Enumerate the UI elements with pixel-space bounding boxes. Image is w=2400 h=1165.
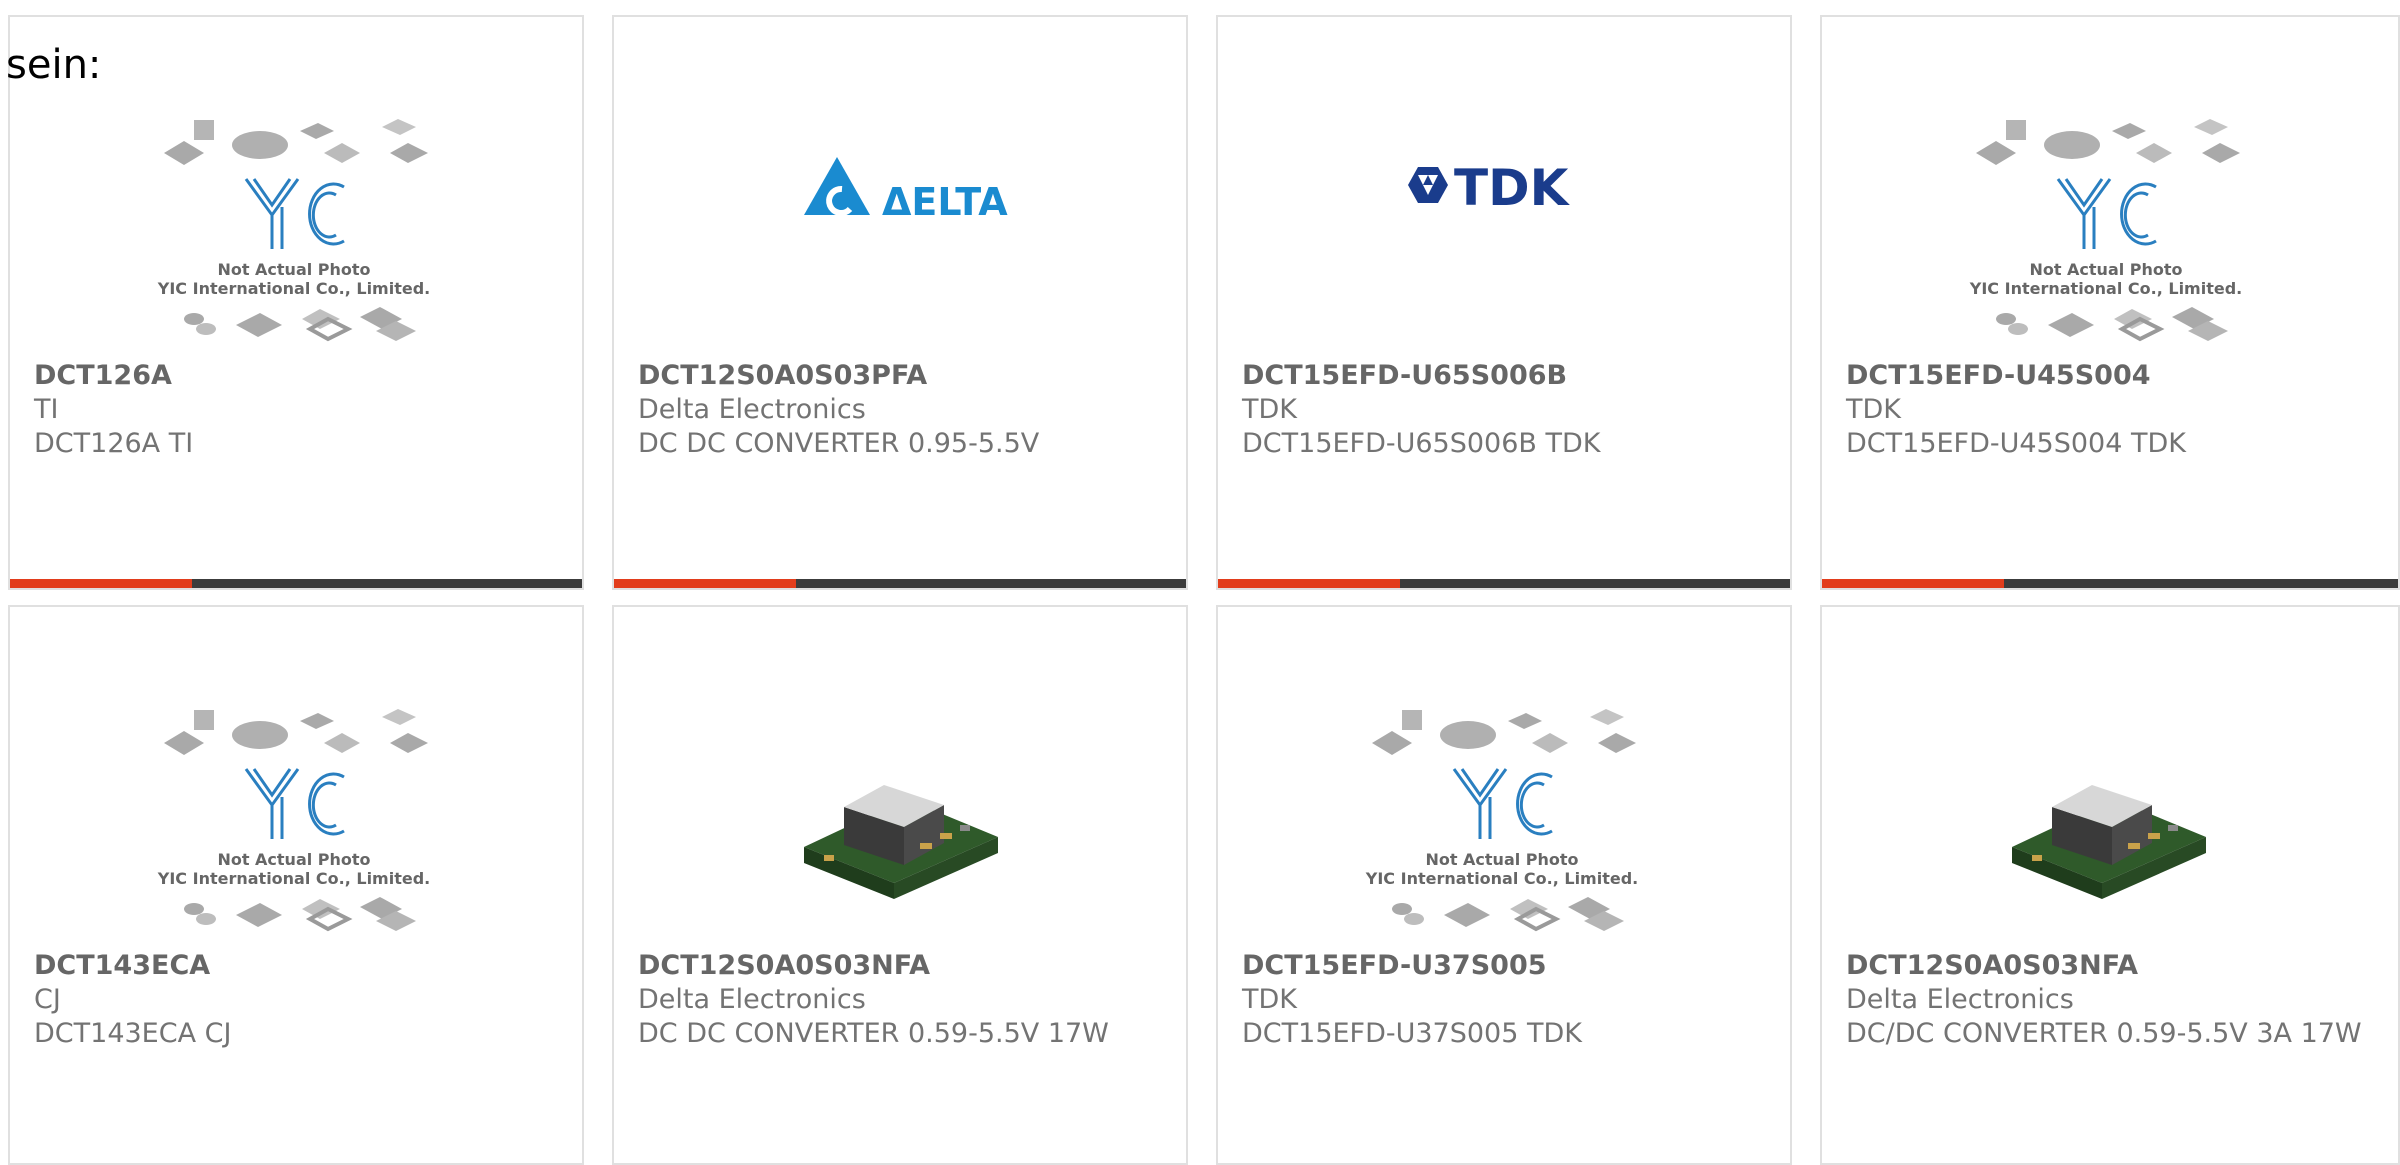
product-manufacturer: Delta Electronics bbox=[638, 394, 866, 425]
product-card[interactable]: ΔELTA DCT12S0A0S03PFA Delta Electronics … bbox=[612, 15, 1188, 590]
product-description: DCT15EFD-U45S004 TDK bbox=[1846, 428, 2186, 459]
chip-icons-bottom bbox=[1392, 897, 1624, 932]
product-image-tdk[interactable]: TDK bbox=[1218, 57, 1790, 362]
product-card[interactable]: TDK DCT15EFD-U65S006B TDK DCT15EFD-U65S0… bbox=[1216, 15, 1792, 590]
product-description: DCT143ECA CJ bbox=[34, 1018, 232, 1049]
yic-logo bbox=[1452, 768, 1553, 839]
placeholder-line1: Not Actual Photo bbox=[217, 260, 370, 279]
product-description: DC DC CONVERTER 0.95-5.5V bbox=[638, 428, 1040, 459]
placeholder-line1: Not Actual Photo bbox=[217, 850, 370, 869]
product-manufacturer: Delta Electronics bbox=[1846, 984, 2074, 1015]
placeholder-line2: YIC International Co., Limited. bbox=[157, 279, 430, 298]
product-image-placeholder[interactable]: Not Actual Photo YIC International Co., … bbox=[1822, 57, 2398, 362]
product-description: DC DC CONVERTER 0.59-5.5V 17W bbox=[638, 1018, 1109, 1049]
card-accent-bar bbox=[10, 579, 192, 588]
placeholder-line1: Not Actual Photo bbox=[1425, 850, 1578, 869]
module-photo-icon bbox=[804, 785, 998, 899]
chip-icons-top bbox=[164, 119, 428, 165]
product-manufacturer: TI bbox=[34, 394, 59, 425]
product-image-placeholder[interactable]: Not Actual Photo YIC International Co., … bbox=[10, 57, 582, 362]
product-card[interactable]: DCT12S0A0S03NFA Delta Electronics DC/DC … bbox=[1820, 605, 2400, 1165]
product-card[interactable]: Not Actual Photo YIC International Co., … bbox=[8, 605, 584, 1165]
product-image-module[interactable] bbox=[614, 647, 1186, 952]
product-image-delta[interactable]: ΔELTA bbox=[614, 57, 1186, 362]
card-bottom-bar bbox=[10, 579, 582, 588]
product-card[interactable]: Not Actual Photo YIC International Co., … bbox=[1820, 15, 2400, 590]
chip-icons-top bbox=[1372, 709, 1636, 755]
product-description: DCT126A TI bbox=[34, 428, 194, 459]
product-part-number[interactable]: DCT143ECA bbox=[34, 949, 554, 983]
yic-logo bbox=[244, 178, 345, 249]
card-accent-bar bbox=[1218, 579, 1400, 588]
product-description: DCT15EFD-U37S005 TDK bbox=[1242, 1018, 1582, 1049]
product-image-module[interactable] bbox=[1822, 647, 2398, 952]
yic-logo bbox=[2056, 178, 2157, 249]
product-manufacturer: TDK bbox=[1846, 394, 1901, 425]
chip-icons-bottom bbox=[184, 307, 416, 342]
product-part-number[interactable]: DCT12S0A0S03NFA bbox=[1846, 949, 2366, 983]
product-description: DCT15EFD-U65S006B TDK bbox=[1242, 428, 1601, 459]
module-photo-icon bbox=[2012, 785, 2206, 899]
yic-logo bbox=[244, 768, 345, 839]
product-manufacturer: Delta Electronics bbox=[638, 984, 866, 1015]
product-description: DC/DC CONVERTER 0.59-5.5V 3A 17W bbox=[1846, 1018, 2362, 1049]
product-manufacturer: TDK bbox=[1242, 984, 1297, 1015]
product-manufacturer: TDK bbox=[1242, 394, 1297, 425]
card-bottom-bar bbox=[1218, 579, 1790, 588]
product-part-number[interactable]: DCT15EFD-U65S006B bbox=[1242, 359, 1762, 393]
chip-icons-top bbox=[164, 709, 428, 755]
product-part-number[interactable]: DCT15EFD-U45S004 bbox=[1846, 359, 2366, 393]
product-image-placeholder[interactable]: Not Actual Photo YIC International Co., … bbox=[1218, 647, 1790, 952]
chip-icons-top bbox=[1976, 119, 2240, 165]
intro-text: sein: bbox=[6, 42, 102, 88]
delta-logo-icon bbox=[804, 157, 870, 216]
card-bottom-bar bbox=[1822, 579, 2398, 588]
card-accent-bar bbox=[1822, 579, 2004, 588]
product-part-number[interactable]: DCT15EFD-U37S005 bbox=[1242, 949, 1762, 983]
delta-logo-text: ΔELTA bbox=[882, 180, 1008, 224]
product-card[interactable]: Not Actual Photo YIC International Co., … bbox=[1216, 605, 1792, 1165]
card-accent-bar bbox=[614, 579, 796, 588]
card-bottom-bar bbox=[614, 579, 1186, 588]
product-part-number[interactable]: DCT12S0A0S03NFA bbox=[638, 949, 1158, 983]
product-part-number[interactable]: DCT126A bbox=[34, 359, 554, 393]
placeholder-line2: YIC International Co., Limited. bbox=[1969, 279, 2242, 298]
placeholder-line2: YIC International Co., Limited. bbox=[1365, 869, 1638, 888]
product-image-placeholder[interactable]: Not Actual Photo YIC International Co., … bbox=[10, 647, 582, 952]
product-part-number[interactable]: DCT12S0A0S03PFA bbox=[638, 359, 1158, 393]
chip-icons-bottom bbox=[184, 897, 416, 932]
product-card[interactable]: DCT12S0A0S03NFA Delta Electronics DC DC … bbox=[612, 605, 1188, 1165]
placeholder-line2: YIC International Co., Limited. bbox=[157, 869, 430, 888]
tdk-logo-text: TDK bbox=[1454, 159, 1571, 217]
tdk-logo-icon bbox=[1408, 167, 1448, 203]
product-card[interactable]: Not Actual Photo YIC International Co., … bbox=[8, 15, 584, 590]
product-manufacturer: CJ bbox=[34, 984, 61, 1015]
chip-icons-bottom bbox=[1996, 307, 2228, 342]
placeholder-line1: Not Actual Photo bbox=[2029, 260, 2182, 279]
